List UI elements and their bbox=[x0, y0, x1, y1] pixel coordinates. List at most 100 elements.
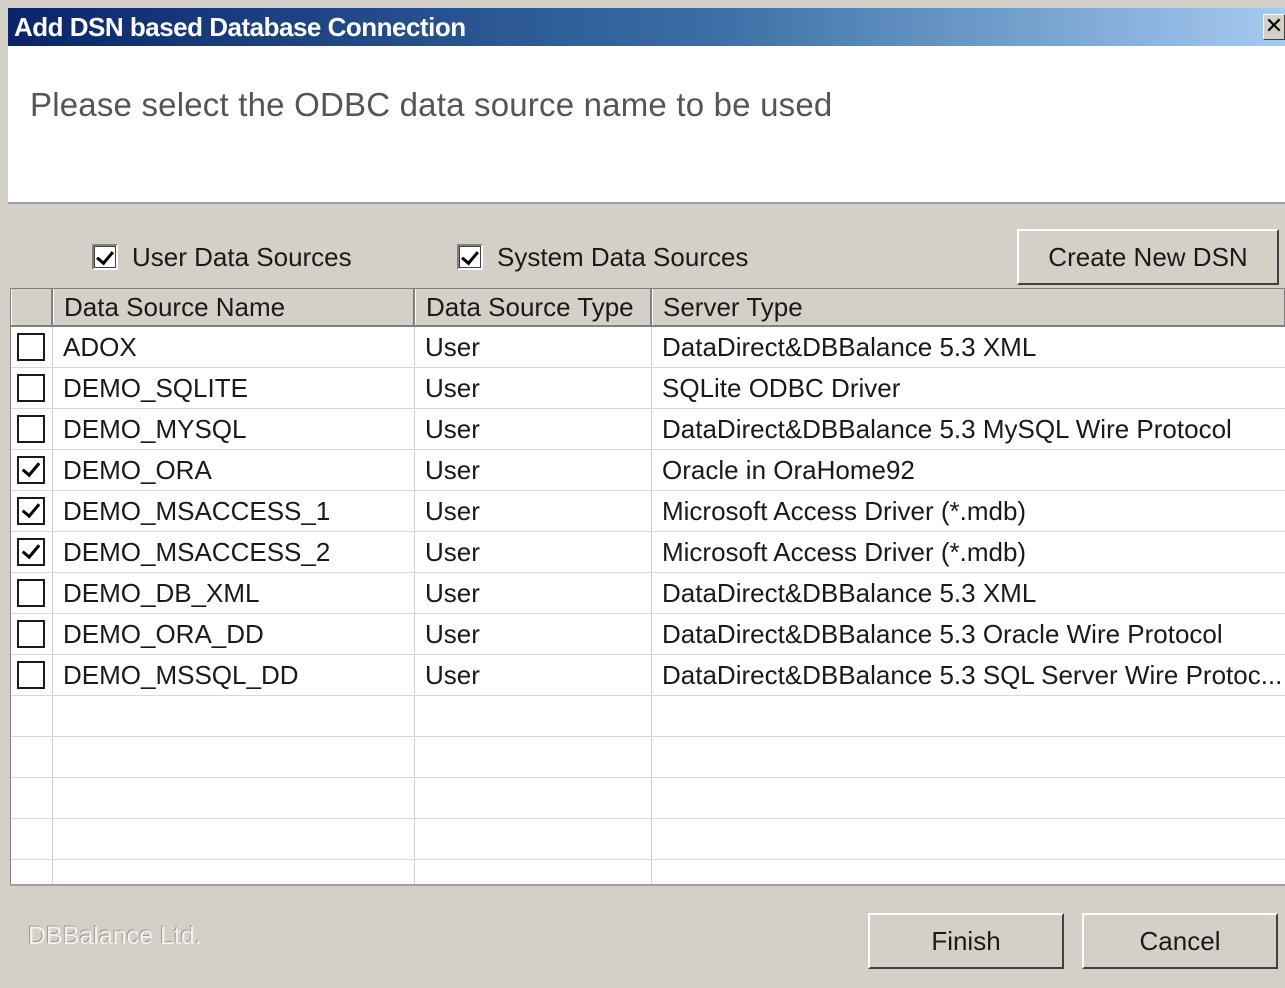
cell-data-source-type: User bbox=[415, 409, 652, 449]
row-select-cell bbox=[11, 655, 53, 695]
column-header-select[interactable] bbox=[11, 289, 53, 325]
cell-server-type: SQLite ODBC Driver bbox=[652, 368, 1285, 408]
empty-cell bbox=[53, 819, 415, 859]
cell-data-source-type: User bbox=[415, 491, 652, 531]
cell-server-type: DataDirect&DBBalance 5.3 SQL Server Wire… bbox=[652, 655, 1285, 695]
cell-server-type: DataDirect&DBBalance 5.3 Oracle Wire Pro… bbox=[652, 614, 1285, 654]
system-data-sources-label: System Data Sources bbox=[497, 241, 749, 272]
checkmark-icon bbox=[21, 498, 41, 519]
table-row[interactable]: ADOX User DataDirect&DBBalance 5.3 XML bbox=[11, 327, 1285, 368]
empty-row bbox=[11, 737, 1285, 778]
table-row[interactable]: DEMO_ORA User Oracle in OraHome92 bbox=[11, 450, 1285, 491]
table-row[interactable]: DEMO_MSSQL_DD User DataDirect&DBBalance 5.… bbox=[11, 655, 1285, 696]
row-select-cell bbox=[11, 368, 53, 408]
dsn-table: Data Source Name Data Source Type Server… bbox=[10, 288, 1285, 884]
page-title: Please select the ODBC data source name … bbox=[30, 86, 833, 123]
table-row[interactable]: DEMO_MSACCESS_1 User Microsoft Access Driv… bbox=[11, 491, 1285, 532]
row-checkbox[interactable] bbox=[17, 661, 45, 689]
empty-row bbox=[11, 819, 1285, 860]
table-divider bbox=[10, 884, 1285, 886]
system-data-sources-checkbox[interactable] bbox=[457, 244, 483, 270]
empty-cell bbox=[53, 860, 415, 884]
empty-cell bbox=[415, 819, 652, 859]
cell-data-source-name: ADOX bbox=[53, 327, 415, 367]
row-checkbox[interactable] bbox=[17, 333, 45, 361]
cell-data-source-type: User bbox=[415, 532, 652, 572]
cell-server-type: DataDirect&DBBalance 5.3 XML bbox=[652, 573, 1285, 613]
cell-data-source-name: DEMO_MYSQL bbox=[53, 409, 415, 449]
cell-data-source-name: DEMO_MSACCESS_2 bbox=[53, 532, 415, 572]
table-row[interactable]: DEMO_MYSQL User DataDirect&DBBalance 5.3 M… bbox=[11, 409, 1285, 450]
row-checkbox[interactable] bbox=[17, 415, 45, 443]
row-select-cell bbox=[11, 614, 53, 654]
table-row[interactable]: DEMO_SQLITE User SQLite ODBC Driver bbox=[11, 368, 1285, 409]
create-new-dsn-button[interactable]: Create New DSN bbox=[1017, 229, 1279, 285]
empty-cell bbox=[652, 778, 1285, 818]
row-checkbox[interactable] bbox=[17, 620, 45, 648]
empty-cell bbox=[652, 860, 1285, 884]
checkmark-icon bbox=[21, 457, 41, 478]
row-select-cell bbox=[11, 409, 53, 449]
finish-button[interactable]: Finish bbox=[868, 913, 1064, 969]
cell-data-source-name: DEMO_ORA bbox=[53, 450, 415, 490]
cell-data-source-name: DEMO_MSACCESS_1 bbox=[53, 491, 415, 531]
empty-cell bbox=[53, 696, 415, 736]
cell-data-source-name: DEMO_DB_XML bbox=[53, 573, 415, 613]
row-select-cell bbox=[11, 450, 53, 490]
table-header: Data Source Name Data Source Type Server… bbox=[11, 289, 1285, 327]
cell-data-source-type: User bbox=[415, 450, 652, 490]
header-panel: Please select the ODBC data source name … bbox=[8, 46, 1285, 204]
cell-server-type: DataDirect&DBBalance 5.3 XML bbox=[652, 327, 1285, 367]
user-data-sources-toggle[interactable]: User Data Sources bbox=[92, 240, 352, 274]
window-title: Add DSN based Database Connection bbox=[14, 12, 466, 42]
empty-cell bbox=[652, 819, 1285, 859]
empty-cell bbox=[415, 860, 652, 884]
checkmark-icon bbox=[21, 539, 41, 560]
title-bar[interactable]: Add DSN based Database Connection ✕ bbox=[8, 8, 1285, 46]
cell-server-type: Oracle in OraHome92 bbox=[652, 450, 1285, 490]
empty-cell bbox=[415, 737, 652, 777]
cell-data-source-name: DEMO_MSSQL_DD bbox=[53, 655, 415, 695]
row-select-cell bbox=[11, 327, 53, 367]
cell-data-source-type: User bbox=[415, 614, 652, 654]
row-checkbox[interactable] bbox=[17, 579, 45, 607]
cell-server-type: DataDirect&DBBalance 5.3 MySQL Wire Prot… bbox=[652, 409, 1285, 449]
table-row[interactable]: DEMO_ORA_DD User DataDirect&DBBalance 5.3 … bbox=[11, 614, 1285, 655]
dialog-window: Add DSN based Database Connection ✕ Plea… bbox=[0, 0, 1285, 988]
user-data-sources-label: User Data Sources bbox=[132, 241, 352, 272]
row-select-cell bbox=[11, 573, 53, 613]
brand-label: DBBalance Ltd. bbox=[28, 922, 202, 950]
empty-cell bbox=[11, 737, 53, 777]
empty-cell bbox=[415, 778, 652, 818]
column-header-server[interactable]: Server Type bbox=[652, 289, 1285, 325]
cell-data-source-name: DEMO_ORA_DD bbox=[53, 614, 415, 654]
row-checkbox[interactable] bbox=[17, 374, 45, 402]
empty-cell bbox=[53, 778, 415, 818]
empty-row bbox=[11, 696, 1285, 737]
checkmark-icon bbox=[96, 246, 114, 266]
empty-cell bbox=[652, 737, 1285, 777]
row-checkbox[interactable] bbox=[17, 538, 45, 566]
cell-server-type: Microsoft Access Driver (*.mdb) bbox=[652, 491, 1285, 531]
empty-cell bbox=[652, 696, 1285, 736]
empty-cell bbox=[11, 696, 53, 736]
cancel-button[interactable]: Cancel bbox=[1082, 913, 1278, 969]
empty-row bbox=[11, 778, 1285, 819]
row-checkbox[interactable] bbox=[17, 497, 45, 525]
column-header-name[interactable]: Data Source Name bbox=[53, 289, 415, 325]
close-icon[interactable]: ✕ bbox=[1263, 14, 1285, 40]
empty-cell bbox=[11, 778, 53, 818]
empty-cell bbox=[11, 819, 53, 859]
empty-cell bbox=[415, 696, 652, 736]
table-row[interactable]: DEMO_DB_XML User DataDirect&DBBalance 5.3 … bbox=[11, 573, 1285, 614]
empty-cell bbox=[11, 860, 53, 884]
system-data-sources-toggle[interactable]: System Data Sources bbox=[457, 240, 748, 274]
cell-data-source-type: User bbox=[415, 655, 652, 695]
user-data-sources-checkbox[interactable] bbox=[92, 244, 118, 270]
column-header-type[interactable]: Data Source Type bbox=[415, 289, 652, 325]
cell-data-source-type: User bbox=[415, 573, 652, 613]
checkmark-icon bbox=[461, 246, 479, 266]
table-row[interactable]: DEMO_MSACCESS_2 User Microsoft Access Driv… bbox=[11, 532, 1285, 573]
row-checkbox[interactable] bbox=[17, 456, 45, 484]
row-select-cell bbox=[11, 491, 53, 531]
